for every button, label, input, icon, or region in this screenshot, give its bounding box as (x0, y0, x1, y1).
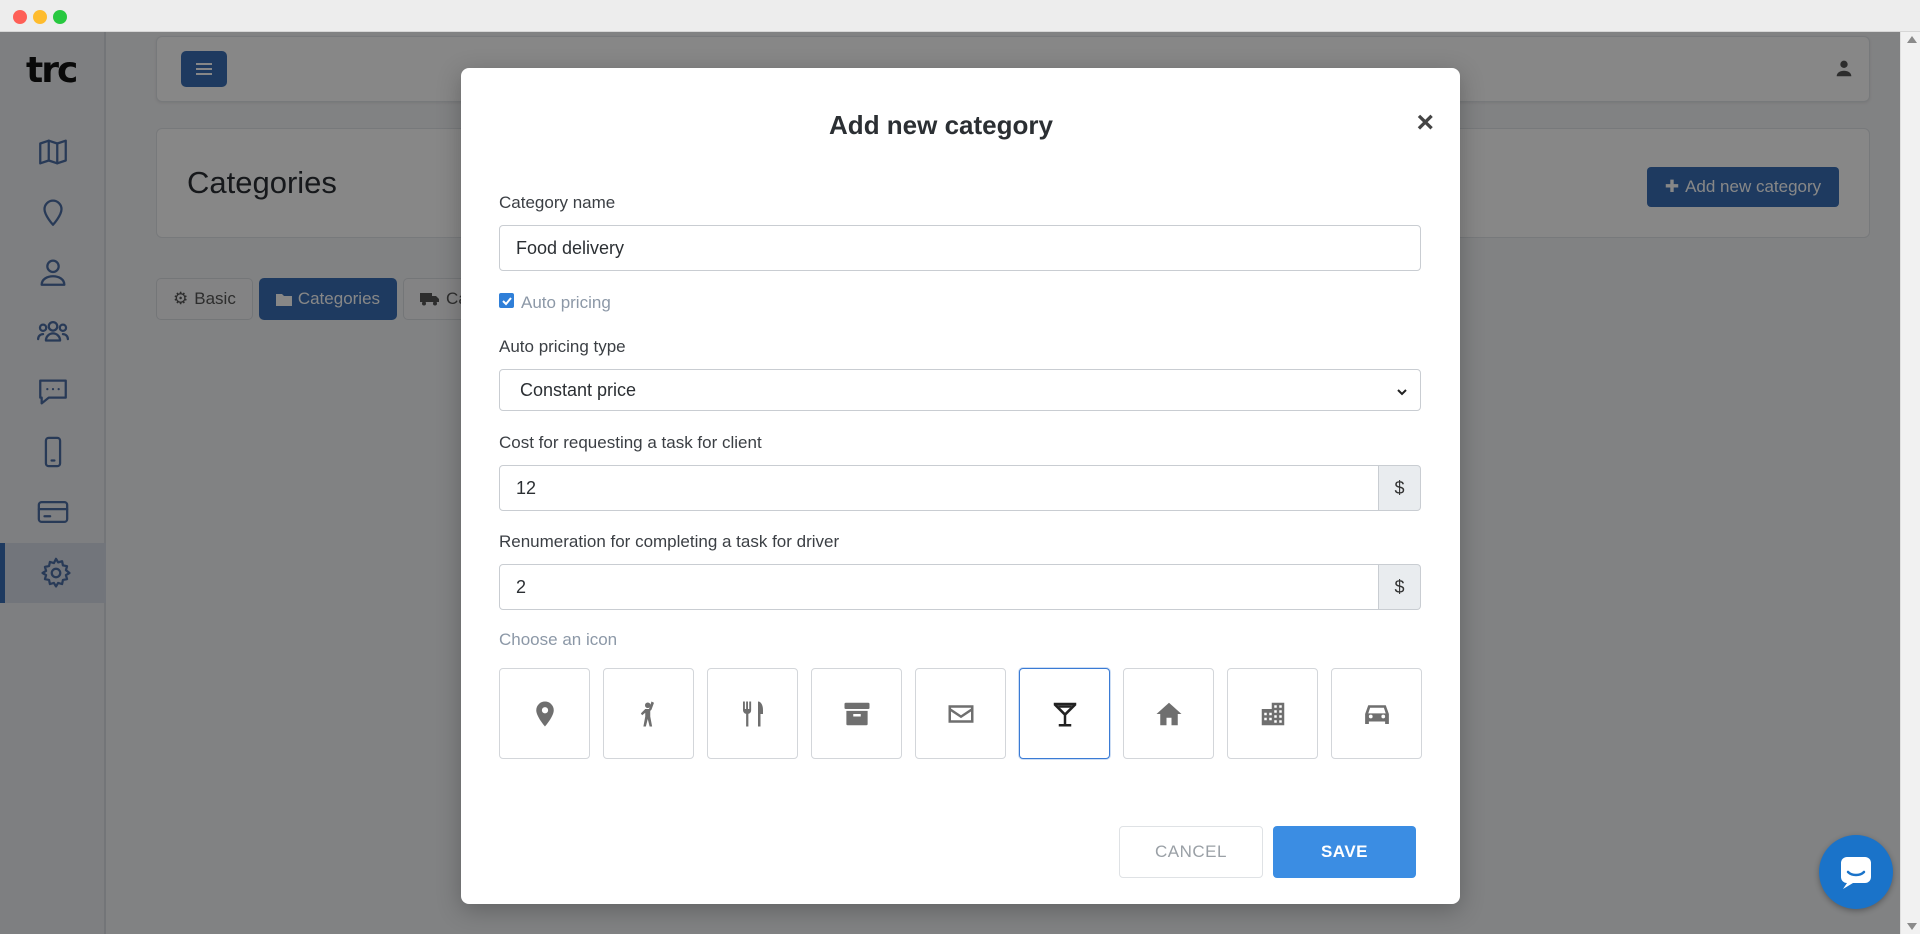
maximize-window-button[interactable] (53, 10, 67, 24)
chevron-down-icon (1397, 389, 1407, 396)
scroll-down-arrow-icon[interactable] (1907, 923, 1917, 930)
minimize-window-button[interactable] (33, 10, 47, 24)
building-icon (1261, 702, 1284, 725)
close-window-button[interactable] (13, 10, 27, 24)
envelope-icon (948, 704, 973, 723)
icon-option-envelope[interactable] (915, 668, 1006, 759)
cost-currency-addon: $ (1379, 465, 1421, 511)
chat-bubble-icon (1841, 857, 1871, 889)
car-icon (1364, 704, 1389, 724)
auto-pricing-checkbox[interactable] (499, 293, 514, 308)
cost-label: Cost for requesting a task for client (499, 433, 762, 452)
page-scrollbar[interactable] (1900, 32, 1920, 934)
category-name-input[interactable]: Food delivery (499, 225, 1421, 271)
auto-pricing-type-value: Constant price (520, 379, 637, 400)
close-modal-button[interactable]: × (1416, 108, 1434, 138)
checkmark-icon (501, 296, 512, 305)
cancel-button[interactable]: CANCEL (1119, 826, 1263, 878)
icon-option-home[interactable] (1123, 668, 1214, 759)
icon-option-cocktail[interactable] (1019, 668, 1110, 759)
home-icon (1156, 702, 1181, 725)
icon-option-person-hailing[interactable] (603, 668, 694, 759)
auto-pricing-type-select[interactable]: Constant price (499, 369, 1421, 411)
renumeration-currency-addon: $ (1379, 564, 1421, 610)
archive-box-icon (844, 702, 869, 725)
icon-option-utensils[interactable] (707, 668, 798, 759)
auto-pricing-label[interactable]: Auto pricing (521, 293, 611, 313)
modal-title: Add new category (829, 110, 1053, 140)
window-titlebar (0, 0, 1920, 32)
cocktail-icon (1053, 702, 1076, 726)
icon-option-archive[interactable] (811, 668, 902, 759)
save-button[interactable]: SAVE (1273, 826, 1416, 878)
map-marker-icon (535, 701, 554, 726)
utensils-icon (742, 701, 763, 726)
choose-icon-label: Choose an icon (499, 630, 618, 649)
renumeration-input[interactable]: 2 (499, 564, 1379, 610)
icon-picker (499, 668, 1422, 759)
chat-widget-button[interactable] (1819, 835, 1893, 909)
category-name-label: Category name (499, 193, 616, 212)
renumeration-label: Renumeration for completing a task for d… (499, 532, 840, 551)
auto-pricing-type-label: Auto pricing type (499, 337, 626, 356)
icon-option-building[interactable] (1227, 668, 1318, 759)
icon-option-map-marker[interactable] (499, 668, 590, 759)
icon-option-car[interactable] (1331, 668, 1422, 759)
person-hailing-icon (640, 701, 654, 726)
scroll-up-arrow-icon[interactable] (1907, 36, 1917, 43)
add-category-modal: Add new category × Category name Food de… (461, 68, 1460, 904)
cost-input[interactable]: 12 (499, 465, 1379, 511)
